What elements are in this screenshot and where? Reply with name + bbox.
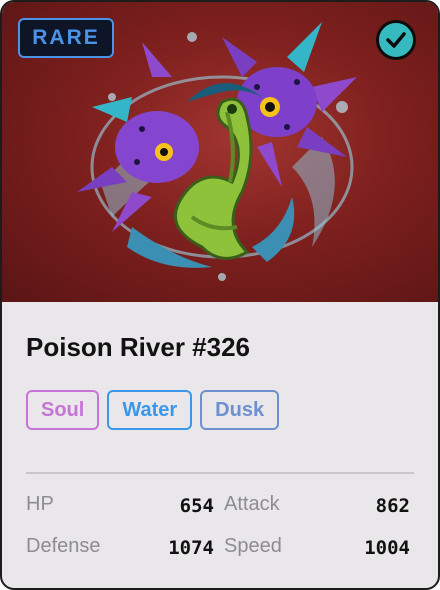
checkmark-icon xyxy=(386,32,406,48)
stat-defense-value: 1074 xyxy=(168,537,214,559)
divider xyxy=(26,472,414,474)
tag-water: Water xyxy=(107,390,193,430)
card-art: RARE xyxy=(2,2,438,302)
type-tags: Soul Water Dusk xyxy=(26,390,280,430)
stat-hp-label: HP xyxy=(26,493,54,515)
creature-illustration xyxy=(77,22,357,281)
stat-attack-label: Attack xyxy=(224,493,280,515)
selected-check-button[interactable] xyxy=(376,20,416,60)
tag-dusk: Dusk xyxy=(200,390,280,430)
creature-name: Poison River #326 xyxy=(26,332,250,362)
stat-defense-label: Defense xyxy=(26,535,101,557)
stat-speed-label: Speed xyxy=(224,535,282,557)
stat-speed-value: 1004 xyxy=(364,537,410,559)
tag-soul: Soul xyxy=(26,390,100,430)
card-info: Poison River #326 Soul Water Dusk HP 654… xyxy=(2,302,438,588)
stat-attack-value: 862 xyxy=(375,495,410,517)
rarity-badge: RARE xyxy=(18,18,114,58)
stat-hp-value: 654 xyxy=(179,495,214,517)
creature-card[interactable]: RARE Poison River #326 Soul Water Dusk H… xyxy=(0,0,440,590)
